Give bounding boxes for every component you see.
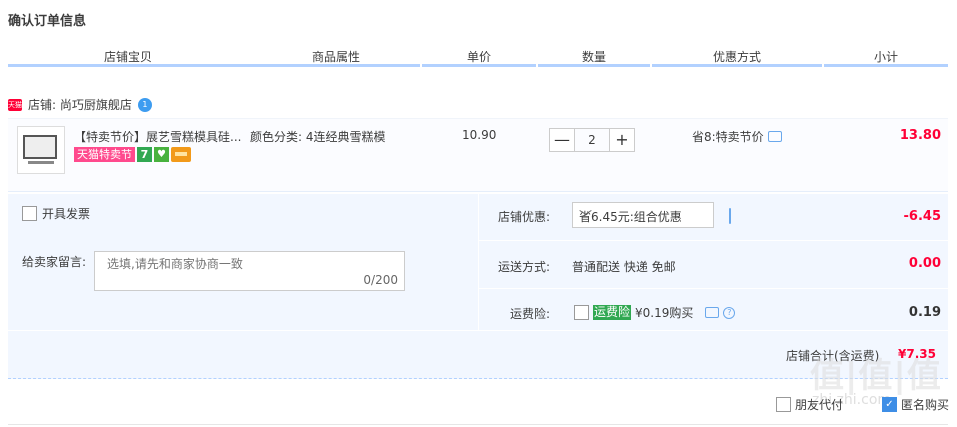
promo-text: 省8:特卖节价 bbox=[692, 130, 764, 144]
qty-minus-button[interactable]: — bbox=[549, 128, 575, 152]
panel-divider bbox=[479, 288, 948, 289]
wangwang-chat-icon[interactable]: 1 bbox=[137, 97, 152, 112]
comment-icon[interactable] bbox=[767, 131, 782, 142]
header-divider bbox=[652, 64, 822, 67]
help-icon[interactable]: ? bbox=[723, 306, 736, 319]
promo-info: 省8:特卖节价 bbox=[692, 128, 782, 145]
shop-discount-amount: -6.45 bbox=[903, 209, 941, 224]
shop-name-link[interactable]: 店铺: 尚巧厨旗舰店 bbox=[28, 96, 132, 113]
shipping-amount: 0.00 bbox=[908, 256, 941, 271]
anonymous-option: ✓ 匿名购买 bbox=[882, 396, 949, 413]
seller-message-input[interactable] bbox=[105, 256, 389, 272]
message-char-count: 0/200 bbox=[363, 273, 398, 287]
panel-divider bbox=[479, 240, 948, 241]
message-label: 给卖家留言: bbox=[22, 255, 87, 269]
product-attribute: 颜色分类: 4连经典雪糕模 bbox=[250, 130, 386, 144]
watermark-logo: 值|值|值 bbox=[810, 356, 942, 396]
insurance-tag: 运费险 bbox=[593, 305, 632, 320]
friend-pay-checkbox[interactable] bbox=[776, 397, 791, 412]
col-attr: 商品属性 bbox=[311, 50, 360, 64]
tmall-sale-badge: 天猫特卖节 bbox=[74, 147, 135, 162]
invoice-checkbox[interactable] bbox=[22, 206, 37, 221]
friend-pay-label: 朋友代付 bbox=[795, 398, 844, 412]
qty-input[interactable]: 2 bbox=[575, 128, 609, 152]
tmall-tag-icon: 天猫 bbox=[8, 98, 22, 111]
quantity-stepper: — 2 + bbox=[549, 128, 635, 152]
qty-plus-button[interactable]: + bbox=[609, 128, 635, 152]
insurance-option: 运费险 ¥0.19购买 ? bbox=[574, 304, 736, 321]
insurance-amount: 0.19 bbox=[908, 305, 941, 320]
unit-price: 10.90 bbox=[462, 128, 497, 142]
header-divider bbox=[422, 64, 536, 67]
credit-card-icon bbox=[171, 147, 191, 162]
shipping-method: 普通配送 快递 免邮 bbox=[572, 260, 676, 274]
product-thumbnail[interactable] bbox=[17, 126, 65, 174]
comment-icon[interactable] bbox=[729, 208, 731, 224]
footer-divider bbox=[8, 424, 948, 425]
header-divider bbox=[8, 64, 420, 67]
seven-day-return-icon: 7 bbox=[137, 147, 152, 162]
anonymous-label: 匿名购买 bbox=[901, 398, 950, 412]
header-divider bbox=[824, 64, 948, 67]
col-price: 单价 bbox=[466, 50, 491, 64]
col-promo: 优惠方式 bbox=[712, 50, 761, 64]
friend-pay-option: 朋友代付 bbox=[776, 396, 843, 413]
product-badges: 天猫特卖节 7 ♥ bbox=[74, 147, 191, 162]
comment-icon[interactable] bbox=[705, 307, 720, 318]
col-qty: 数量 bbox=[581, 50, 606, 64]
panel-divider bbox=[478, 194, 479, 330]
insurance-price: ¥0.19购买 bbox=[635, 306, 694, 320]
panel-divider bbox=[8, 330, 948, 331]
header-divider bbox=[538, 64, 650, 67]
anonymous-checkbox[interactable]: ✓ bbox=[882, 397, 897, 412]
invoice-label: 开具发票 bbox=[42, 207, 91, 221]
insurance-label: 运费险: bbox=[510, 307, 551, 321]
insurance-checkbox[interactable] bbox=[574, 305, 589, 320]
shipping-label: 运送方式: bbox=[498, 260, 551, 274]
certified-icon: ♥ bbox=[154, 147, 169, 162]
item-subtotal: 13.80 bbox=[899, 128, 941, 143]
seller-message-box: 0/200 bbox=[94, 251, 405, 291]
product-title-link[interactable]: 【特卖节价】展艺雪糕模具硅... bbox=[74, 128, 242, 145]
col-shop-item: 店铺宝贝 bbox=[103, 50, 152, 64]
shop-discount-label: 店铺优惠: bbox=[498, 210, 551, 224]
col-subtotal: 小计 bbox=[873, 50, 898, 64]
chevron-down-icon: ﹀ bbox=[579, 210, 593, 225]
shop-discount-select[interactable]: 省6.45元:组合优惠 ﹀ bbox=[572, 202, 714, 228]
invoice-option: 开具发票 bbox=[22, 205, 90, 222]
shop-row: 天猫 店铺: 尚巧厨旗舰店 1 bbox=[8, 96, 152, 113]
page-title: 确认订单信息 bbox=[8, 14, 87, 29]
